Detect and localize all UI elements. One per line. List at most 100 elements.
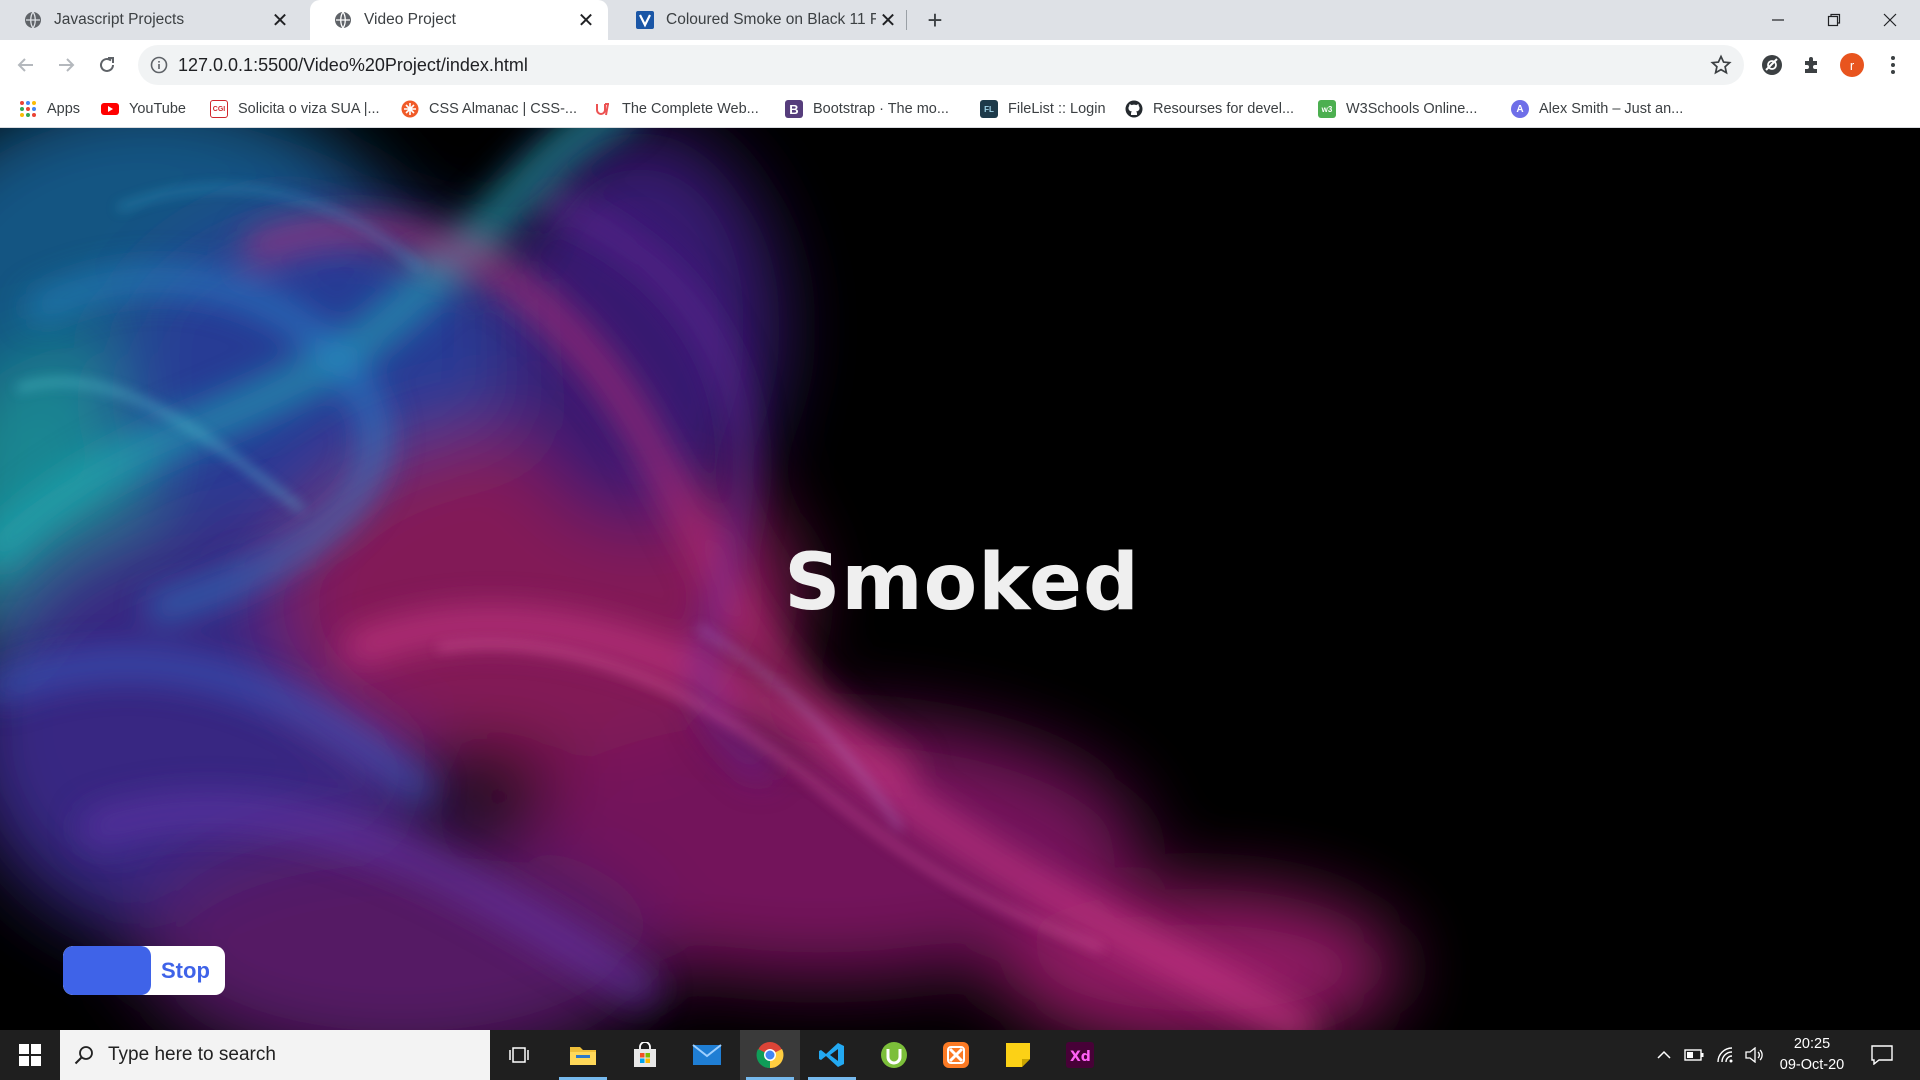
sticky-notes-icon: [1006, 1043, 1030, 1067]
forward-button[interactable]: [50, 49, 82, 81]
taskbar-search[interactable]: Type here to search: [60, 1030, 490, 1080]
bookmark-label: Solicita o viza SUA |...: [238, 101, 380, 117]
mail-button[interactable]: [677, 1030, 737, 1080]
action-center-button[interactable]: [1862, 1030, 1902, 1080]
profile-avatar[interactable]: r: [1840, 53, 1864, 77]
windows-logo-icon: [19, 1044, 41, 1066]
bookmark-bootstrap[interactable]: B Bootstrap · The mo...: [785, 90, 949, 128]
globe-icon: [25, 11, 41, 29]
close-icon: [1883, 13, 1897, 27]
back-button[interactable]: [10, 49, 42, 81]
youtube-icon: [101, 103, 119, 115]
bookmark-label: Resourses for devel...: [1153, 101, 1295, 117]
clock[interactable]: 20:25 09-Oct-20: [1770, 1034, 1854, 1076]
adobe-xd-icon: Xd: [1066, 1042, 1094, 1068]
page-title: Smoked: [0, 538, 1920, 628]
apps-grid-icon: [20, 101, 36, 117]
bookmark-label: YouTube: [129, 101, 186, 117]
sticky-notes-button[interactable]: [988, 1030, 1048, 1080]
file-explorer-button[interactable]: [553, 1030, 613, 1080]
chevron-up-icon: [1657, 1050, 1671, 1059]
xampp-icon: [943, 1042, 969, 1068]
browser-toolbar: 127.0.0.1:5500/Video%20Project/index.htm…: [0, 40, 1920, 90]
tab-coloured-smoke[interactable]: Coloured Smoke on Black 11 Free ✕: [612, 0, 910, 40]
vscode-icon: [819, 1043, 844, 1067]
utorrent-button[interactable]: [864, 1030, 924, 1080]
close-tab-icon[interactable]: ✕: [574, 8, 598, 32]
task-view-button[interactable]: [490, 1030, 550, 1080]
bookmark-youtube[interactable]: YouTube: [101, 90, 186, 128]
battery-icon: [1684, 1049, 1704, 1061]
start-button[interactable]: [0, 1030, 60, 1080]
volume-button[interactable]: [1740, 1030, 1768, 1080]
vscode-button[interactable]: [802, 1030, 862, 1080]
battery-button[interactable]: [1680, 1030, 1708, 1080]
tracker-block-icon: [1762, 55, 1782, 75]
arrow-left-icon: [17, 58, 33, 72]
arrow-right-icon: [59, 58, 75, 72]
bootstrap-icon: B: [785, 100, 803, 118]
info-icon[interactable]: [150, 56, 168, 74]
bookmark-label: Alex Smith – Just an...: [1539, 101, 1684, 117]
bookmark-complete-web[interactable]: The Complete Web...: [594, 90, 759, 128]
chrome-menu-button[interactable]: [1880, 52, 1906, 78]
toggle-knob[interactable]: [63, 946, 151, 995]
restore-button[interactable]: [1806, 0, 1862, 40]
bookmark-solicita-viza[interactable]: CGI Solicita o viza SUA |...: [210, 90, 380, 128]
stop-toggle-button[interactable]: Stop: [63, 946, 225, 995]
extensions-menu-button[interactable]: [1799, 52, 1825, 78]
show-hidden-icons-button[interactable]: [1652, 1030, 1676, 1080]
speaker-icon: [1745, 1047, 1763, 1063]
globe-icon: [335, 11, 351, 29]
new-tab-button[interactable]: +: [921, 5, 949, 35]
tab-title: Video Project: [364, 11, 456, 28]
reload-icon: [100, 57, 114, 72]
file-explorer-icon: [570, 1047, 596, 1065]
close-tab-icon[interactable]: ✕: [876, 8, 900, 32]
bookmark-alex-smith[interactable]: A Alex Smith – Just an...: [1511, 90, 1683, 128]
bookmark-filelist[interactable]: FL FileList :: Login: [980, 90, 1106, 128]
minimize-button[interactable]: [1750, 0, 1806, 40]
tab-video-project[interactable]: Video Project ✕: [310, 0, 608, 40]
network-button[interactable]: [1712, 1030, 1740, 1080]
adobe-xd-button[interactable]: Xd: [1050, 1030, 1110, 1080]
css-tricks-icon: [401, 100, 419, 118]
udemy-icon: [596, 103, 609, 116]
bookmark-star-icon[interactable]: [1710, 54, 1732, 76]
vimeo-v-icon: [636, 11, 654, 29]
utorrent-icon: [881, 1042, 907, 1068]
page-content: Smoked Stop: [0, 128, 1920, 1030]
address-bar[interactable]: 127.0.0.1:5500/Video%20Project/index.htm…: [138, 45, 1744, 85]
bookmark-resourses[interactable]: Resourses for devel...: [1125, 90, 1294, 128]
clock-time: 20:25: [1793, 1036, 1831, 1052]
bookmark-label: Bootstrap · The mo...: [813, 101, 949, 117]
bookmark-label: CSS Almanac | CSS-...: [429, 101, 578, 117]
url-text[interactable]: 127.0.0.1:5500/Video%20Project/index.htm…: [178, 55, 528, 76]
close-window-button[interactable]: [1862, 0, 1918, 40]
xampp-button[interactable]: [926, 1030, 986, 1080]
extension-button[interactable]: [1759, 52, 1785, 78]
clock-date: 09-Oct-20: [1779, 1057, 1845, 1073]
tab-javascript-projects[interactable]: Javascript Projects ✕: [0, 0, 302, 40]
minimize-icon: [1772, 19, 1784, 21]
reload-button[interactable]: [91, 49, 123, 81]
bookmark-css-almanac[interactable]: CSS Almanac | CSS-...: [401, 90, 577, 128]
mail-icon: [692, 1044, 722, 1065]
store-button[interactable]: [615, 1030, 675, 1080]
toggle-label: Stop: [161, 958, 210, 983]
chrome-button[interactable]: [740, 1030, 800, 1080]
svg-text:Xd: Xd: [1070, 1049, 1091, 1065]
kebab-menu-icon: [1891, 56, 1895, 74]
bookmark-w3schools[interactable]: w3 W3Schools Online...: [1318, 90, 1477, 128]
store-icon: [634, 1042, 656, 1067]
tab-title: Coloured Smoke on Black 11 Free: [666, 11, 876, 28]
tab-separator: [906, 10, 907, 30]
task-view-icon: [509, 1047, 529, 1063]
bookmark-label: The Complete Web...: [622, 101, 759, 117]
bookmark-apps[interactable]: Apps: [19, 90, 80, 128]
search-placeholder: Type here to search: [108, 1044, 276, 1065]
bookmark-label: W3Schools Online...: [1346, 101, 1478, 117]
w3schools-icon: w3: [1318, 100, 1336, 118]
alex-smith-icon: A: [1511, 100, 1529, 118]
close-tab-icon[interactable]: ✕: [268, 8, 292, 32]
